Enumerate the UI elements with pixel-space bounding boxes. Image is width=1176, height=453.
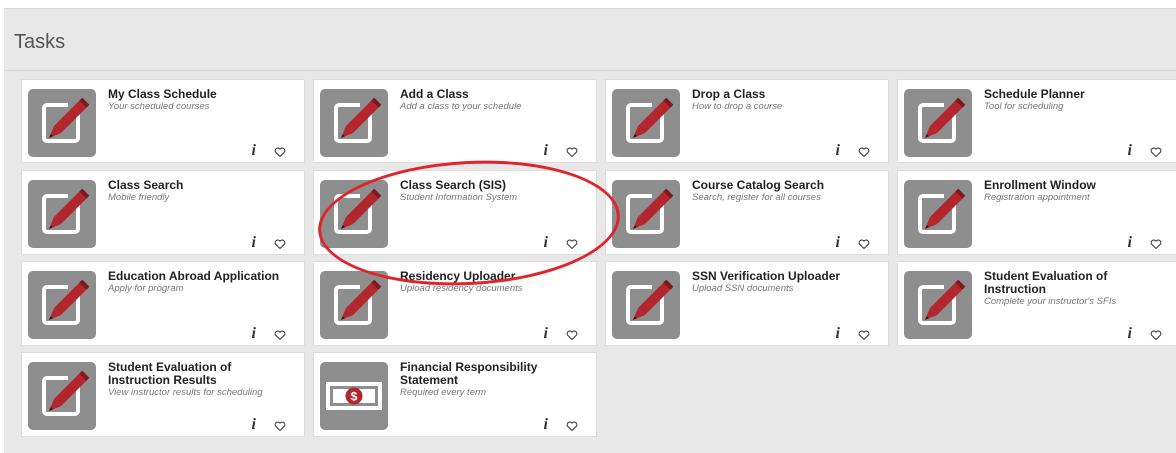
info-icon[interactable]: i	[544, 325, 548, 343]
tile-title: Student Evaluation of Instruction	[984, 269, 1108, 296]
task-tile[interactable]: Add a Class Add a class to your schedule…	[314, 80, 596, 162]
tile-description: Upload SSN documents	[692, 283, 794, 294]
pencil-edit-icon	[612, 89, 680, 157]
tile-description: Mobile friendly	[108, 192, 170, 203]
heart-icon[interactable]	[274, 329, 286, 341]
tile-title: Class Search (SIS)	[400, 178, 507, 192]
task-tile[interactable]: Class Search Mobile friendly i	[22, 171, 304, 254]
tile-title: Financial Responsibility Statement	[400, 360, 538, 387]
pencil-edit-icon	[320, 180, 388, 248]
tile-description: Upload residency documents	[400, 283, 523, 294]
panel-title: Tasks	[14, 31, 66, 53]
heart-icon[interactable]	[858, 238, 870, 250]
dollar-bill-icon: $	[320, 362, 388, 430]
tile-description: Complete your instructor's SFIs	[984, 296, 1117, 307]
info-icon[interactable]: i	[544, 142, 548, 160]
pencil-edit-icon	[612, 271, 680, 339]
info-icon[interactable]: i	[252, 142, 256, 160]
tile-description: Add a class to your schedule	[400, 101, 522, 112]
heart-icon[interactable]	[566, 146, 578, 158]
task-tile[interactable]: Student Evaluation of Instruction Result…	[22, 353, 304, 436]
task-tile[interactable]: Course Catalog Search Search, register f…	[606, 171, 888, 254]
pencil-edit-icon	[320, 271, 388, 339]
tile-description: Registration appointment	[984, 192, 1090, 203]
heart-icon[interactable]	[274, 238, 286, 250]
tile-title: Class Search	[108, 178, 184, 192]
pencil-edit-icon	[612, 180, 680, 248]
info-icon[interactable]: i	[1128, 142, 1132, 160]
info-icon[interactable]: i	[1128, 325, 1132, 343]
tile-title: Enrollment Window	[984, 178, 1096, 192]
pencil-edit-icon	[320, 89, 388, 157]
info-icon[interactable]: i	[836, 234, 840, 252]
heart-icon[interactable]	[1150, 238, 1162, 250]
tile-description: Student Information System	[400, 192, 518, 203]
tile-title: Add a Class	[400, 87, 469, 101]
info-icon[interactable]: i	[252, 325, 256, 343]
tile-description: View instructor results for scheduling	[108, 387, 263, 398]
pencil-edit-icon	[28, 271, 96, 339]
tile-description: Tool for scheduling	[984, 101, 1064, 112]
task-tile[interactable]: Drop a Class How to drop a course i	[606, 80, 888, 162]
task-tile[interactable]: My Class Schedule Your scheduled courses…	[22, 80, 304, 162]
tile-title: Drop a Class	[692, 87, 766, 101]
task-tile[interactable]: SSN Verification Uploader Upload SSN doc…	[606, 262, 888, 345]
pencil-edit-icon	[28, 362, 96, 430]
heart-icon[interactable]	[274, 420, 286, 432]
heart-icon[interactable]	[858, 146, 870, 158]
pencil-edit-icon	[28, 89, 96, 157]
pencil-edit-icon	[28, 180, 96, 248]
task-tile[interactable]: $ Financial Responsibility Statement Req…	[314, 353, 596, 436]
task-tile[interactable]: Residency Uploader Upload residency docu…	[314, 262, 596, 345]
tile-title: My Class Schedule	[108, 87, 217, 101]
pencil-edit-icon	[904, 89, 972, 157]
tile-description: Required every term	[400, 387, 487, 398]
pencil-edit-icon	[904, 271, 972, 339]
tile-title: Schedule Planner	[984, 87, 1085, 101]
task-tile[interactable]: Student Evaluation of Instruction Comple…	[898, 262, 1176, 345]
tile-description: Search, register for all courses	[692, 192, 821, 203]
task-tile[interactable]: Schedule Planner Tool for scheduling i	[898, 80, 1176, 162]
info-icon[interactable]: i	[836, 325, 840, 343]
info-icon[interactable]: i	[1128, 234, 1132, 252]
tile-description: Apply for program	[108, 283, 184, 294]
info-icon[interactable]: i	[836, 142, 840, 160]
heart-icon[interactable]	[566, 420, 578, 432]
info-icon[interactable]: i	[544, 416, 548, 434]
heart-icon[interactable]	[1150, 146, 1162, 158]
heart-icon[interactable]	[566, 329, 578, 341]
tile-title: Course Catalog Search	[692, 178, 825, 192]
divider	[4, 70, 1176, 71]
heart-icon[interactable]	[858, 329, 870, 341]
info-icon[interactable]: i	[252, 416, 256, 434]
svg-text:$: $	[351, 390, 358, 404]
tile-title: Residency Uploader	[400, 269, 516, 283]
task-tile[interactable]: Education Abroad Application Apply for p…	[22, 262, 304, 345]
tile-title: SSN Verification Uploader	[692, 269, 841, 283]
info-icon[interactable]: i	[544, 234, 548, 252]
heart-icon[interactable]	[1150, 329, 1162, 341]
tile-title: Education Abroad Application	[108, 269, 280, 283]
tile-description: How to drop a course	[692, 101, 783, 112]
task-tile[interactable]: Class Search (SIS) Student Information S…	[314, 171, 596, 254]
heart-icon[interactable]	[274, 146, 286, 158]
tile-description: Your scheduled courses	[108, 101, 210, 112]
task-tile[interactable]: Enrollment Window Registration appointme…	[898, 171, 1176, 254]
info-icon[interactable]: i	[252, 234, 256, 252]
pencil-edit-icon	[904, 180, 972, 248]
heart-icon[interactable]	[566, 238, 578, 250]
tile-title: Student Evaluation of Instruction Result…	[108, 360, 232, 387]
